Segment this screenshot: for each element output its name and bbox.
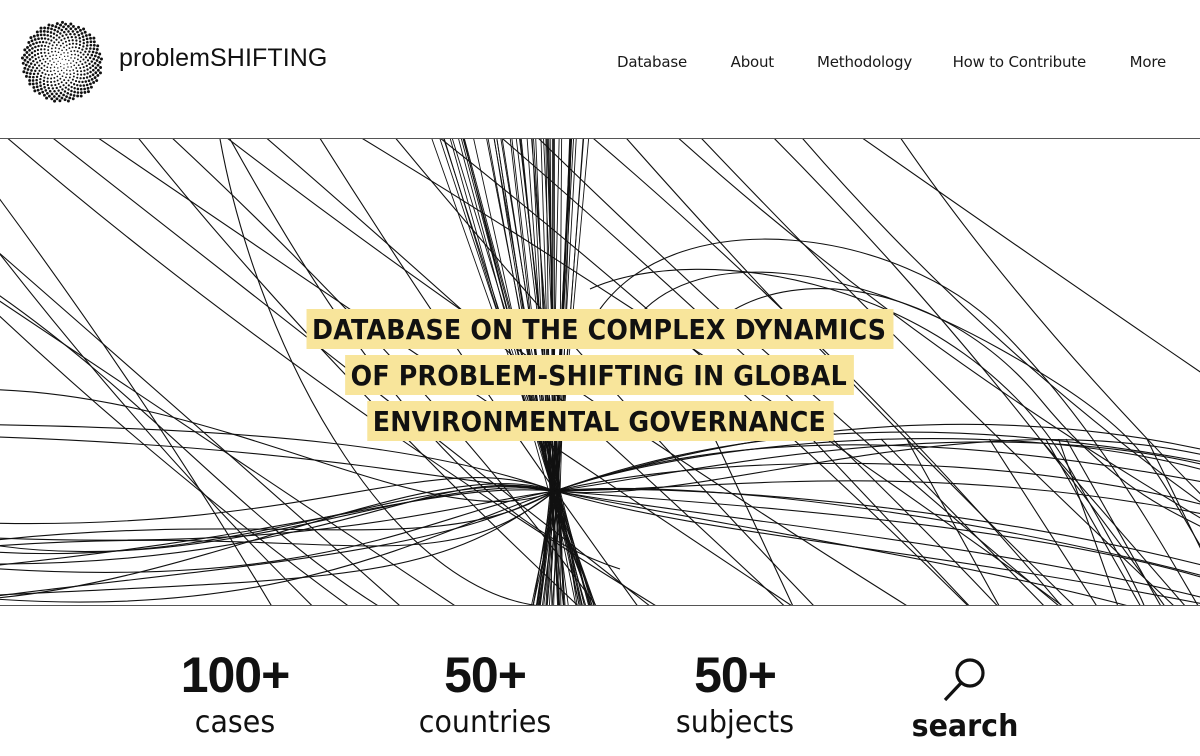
sunflower-logo-icon[interactable] [20,20,104,104]
stat-countries-label: countries [418,705,552,740]
stat-cases-label: cases [194,705,276,740]
stat-countries[interactable]: 50+ countries [375,606,595,740]
decorative-line [1039,438,1186,605]
decorative-line [0,490,556,597]
search-icon [943,658,985,702]
stat-cases-value: 100+ [180,647,291,703]
headline-line-2: OF PROBLEM-SHIFTING IN GLOBAL [345,355,855,395]
stat-countries-value: 50+ [444,647,527,703]
site-header: problemSHIFTING Database About Methodolo… [0,0,1200,139]
stat-subjects-value: 50+ [694,647,777,703]
nav-about[interactable]: About [731,53,775,71]
decorative-line [988,438,1097,605]
stats-row: 100+ cases 50+ countries 50+ subjects se… [0,606,1200,756]
stat-subjects-label: subjects [675,705,795,740]
stat-subjects[interactable]: 50+ subjects [625,606,845,740]
nav-how-to-contribute[interactable]: How to Contribute [953,53,1087,71]
nav-methodology[interactable]: Methodology [817,53,912,71]
headline-line-3: ENVIRONMENTAL GOVERNANCE [366,401,834,441]
decorative-line [554,462,1200,505]
decorative-line [0,490,556,547]
search-button[interactable]: search [855,606,1075,744]
stat-cases[interactable]: 100+ cases [125,606,345,740]
headline-line-1: DATABASE ON THE COMPLEX DYNAMICS [306,309,894,349]
nav-database[interactable]: Database [617,53,687,71]
decorative-line [554,488,1200,566]
hero-headline: DATABASE ON THE COMPLEX DYNAMICS OF PROB… [0,309,1200,447]
nav-more[interactable]: More [1130,53,1167,71]
brand-name[interactable]: problemSHIFTING [119,44,327,73]
search-label: search [911,709,1019,744]
decorative-line [554,490,1200,598]
hero-banner: DATABASE ON THE COMPLEX DYNAMICS OF PROB… [0,138,1200,606]
